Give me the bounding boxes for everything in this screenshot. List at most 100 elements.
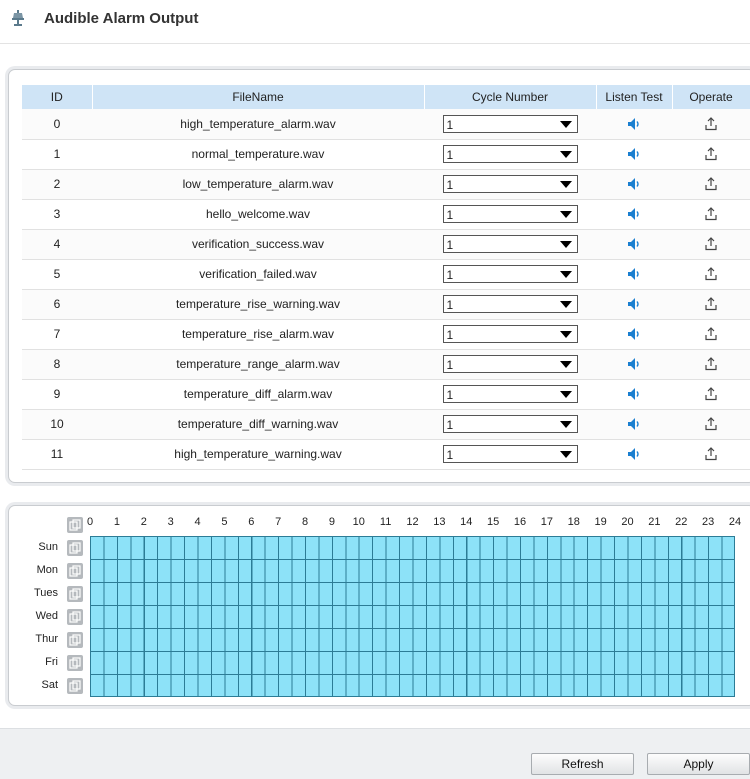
upload-icon[interactable] bbox=[704, 357, 718, 371]
cycle-number-value: 1 bbox=[446, 148, 454, 162]
cycle-number-cell: 1 bbox=[424, 199, 596, 230]
hour-label: 23 bbox=[702, 516, 715, 528]
speaker-icon[interactable] bbox=[627, 237, 641, 251]
file-id: 6 bbox=[22, 289, 92, 320]
cycle-number-select[interactable]: 1 bbox=[442, 445, 578, 463]
cycle-number-select[interactable]: 1 bbox=[442, 385, 578, 403]
upload-icon[interactable] bbox=[704, 447, 718, 461]
cycle-number-value: 1 bbox=[446, 388, 454, 402]
table-row: 6 temperature_rise_warning.wav 1 bbox=[22, 289, 750, 320]
table-row: 3 hello_welcome.wav 1 bbox=[22, 199, 750, 230]
alarm-horn-icon bbox=[10, 9, 26, 27]
upload-icon[interactable] bbox=[704, 297, 718, 311]
dropdown-arrow-icon bbox=[559, 331, 572, 338]
speaker-icon[interactable] bbox=[627, 357, 641, 371]
schedule-grid[interactable] bbox=[90, 536, 735, 697]
upload-icon[interactable] bbox=[704, 417, 718, 431]
copy-day-icon[interactable] bbox=[67, 540, 83, 556]
copy-day-icon[interactable] bbox=[67, 655, 83, 671]
cycle-number-select[interactable]: 1 bbox=[442, 415, 578, 433]
listen-test-cell bbox=[596, 289, 672, 320]
hour-label: 15 bbox=[487, 516, 500, 528]
cycle-number-value: 1 bbox=[446, 117, 454, 132]
cycle-number-cell: 1 bbox=[424, 109, 596, 140]
upload-icon[interactable] bbox=[704, 177, 718, 191]
cycle-number-select[interactable]: 1 bbox=[442, 235, 578, 253]
cycle-number-cell: 1 bbox=[424, 259, 596, 290]
upload-icon[interactable] bbox=[704, 147, 718, 161]
dropdown-arrow-icon bbox=[559, 241, 572, 248]
file-id: 4 bbox=[22, 229, 92, 260]
dropdown-arrow-icon bbox=[559, 151, 572, 158]
speaker-icon[interactable] bbox=[627, 177, 641, 191]
file-name: low_temperature_alarm.wav bbox=[92, 169, 424, 200]
upload-icon[interactable] bbox=[704, 207, 718, 221]
listen-test-cell bbox=[596, 349, 672, 380]
operate-cell bbox=[672, 319, 750, 350]
day-label: Sun bbox=[38, 541, 58, 553]
speaker-icon[interactable] bbox=[627, 207, 641, 221]
upload-icon[interactable] bbox=[704, 327, 718, 341]
cycle-number-select[interactable]: 1 bbox=[442, 355, 578, 373]
cycle-number-value: 1 bbox=[446, 298, 454, 312]
cycle-number-select[interactable]: 1 bbox=[442, 175, 578, 193]
listen-test-cell bbox=[596, 439, 672, 470]
copy-day-icon[interactable] bbox=[67, 678, 83, 694]
dropdown-arrow-icon bbox=[559, 181, 572, 188]
cycle-number-cell: 1 bbox=[424, 379, 596, 410]
file-name: high_temperature_warning.wav bbox=[92, 439, 424, 470]
upload-icon[interactable] bbox=[704, 267, 718, 281]
speaker-icon[interactable] bbox=[627, 297, 641, 311]
speaker-icon[interactable] bbox=[627, 387, 641, 401]
copy-day-icon[interactable] bbox=[67, 609, 83, 625]
file-id: 9 bbox=[22, 379, 92, 410]
speaker-icon[interactable] bbox=[627, 447, 641, 461]
file-name: temperature_range_alarm.wav bbox=[92, 349, 424, 380]
speaker-icon[interactable] bbox=[627, 417, 641, 431]
cycle-number-select[interactable]: 1 bbox=[442, 205, 578, 223]
speaker-icon[interactable] bbox=[627, 147, 641, 161]
file-name: verification_success.wav bbox=[92, 229, 424, 260]
copy-day-icon[interactable] bbox=[67, 586, 83, 602]
hour-label: 24 bbox=[728, 516, 742, 528]
copy-day-icon[interactable] bbox=[67, 563, 83, 579]
hour-label: 10 bbox=[352, 516, 365, 528]
cycle-number-cell: 1 bbox=[424, 439, 596, 470]
speaker-icon[interactable] bbox=[627, 267, 641, 281]
hour-label: 8 bbox=[301, 516, 309, 528]
file-id: 5 bbox=[22, 259, 92, 290]
dropdown-arrow-icon bbox=[559, 271, 572, 278]
cycle-number-select[interactable]: 1 bbox=[442, 145, 578, 163]
apply-button[interactable]: Apply bbox=[647, 753, 750, 775]
audio-file-panel: ID FileName Cycle Number Listen Test Ope… bbox=[8, 69, 750, 483]
cycle-number-select[interactable]: 1 bbox=[442, 265, 578, 283]
operate-cell bbox=[672, 169, 750, 200]
upload-icon[interactable] bbox=[704, 117, 718, 131]
speaker-icon[interactable] bbox=[627, 327, 641, 341]
title-bar: Audible Alarm Output bbox=[0, 0, 750, 44]
column-header-filename: FileName bbox=[92, 85, 425, 109]
cycle-number-select[interactable]: 1 bbox=[442, 325, 578, 343]
cycle-number-select[interactable]: 1 bbox=[442, 295, 578, 313]
cycle-number-cell: 1 bbox=[424, 229, 596, 260]
cycle-number-value: 1 bbox=[446, 448, 454, 462]
cycle-number-cell: 1 bbox=[424, 139, 596, 170]
table-row: 2 low_temperature_alarm.wav 1 bbox=[22, 169, 750, 200]
copy-day-icon[interactable] bbox=[67, 632, 83, 648]
cycle-number-value: 1 bbox=[446, 208, 454, 222]
cycle-number-cell: 1 bbox=[424, 289, 596, 320]
copy-all-icon[interactable] bbox=[67, 517, 83, 533]
hour-label: 19 bbox=[594, 516, 607, 528]
refresh-button[interactable]: Refresh bbox=[531, 753, 634, 775]
upload-icon[interactable] bbox=[704, 237, 718, 251]
file-name: normal_temperature.wav bbox=[92, 139, 424, 170]
cycle-number-select[interactable]: 1 bbox=[442, 114, 578, 133]
day-label: Wed bbox=[35, 610, 58, 622]
cycle-number-value: 1 bbox=[446, 418, 454, 432]
table-row: 5 verification_failed.wav 1 bbox=[22, 259, 750, 290]
operate-cell bbox=[672, 349, 750, 380]
speaker-icon[interactable] bbox=[627, 117, 641, 131]
hour-label: 13 bbox=[433, 516, 446, 528]
upload-icon[interactable] bbox=[704, 387, 718, 401]
listen-test-cell bbox=[596, 379, 672, 410]
